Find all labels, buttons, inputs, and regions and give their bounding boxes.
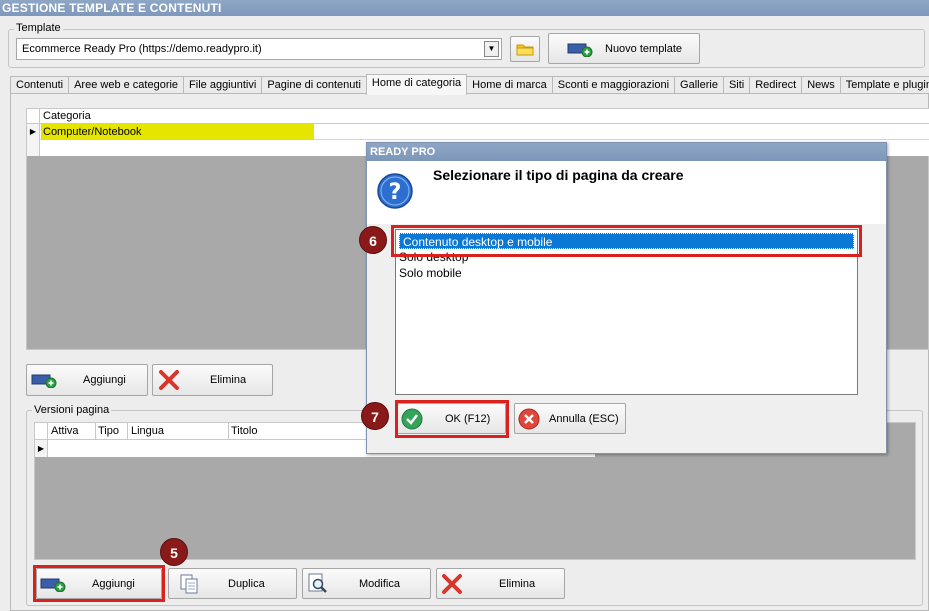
step-marker-5: 5 [160, 538, 188, 566]
row-pointer-icon: ▶ [35, 440, 48, 457]
add-category-button[interactable]: Aggiungi [26, 364, 148, 396]
delete-version-label: Elimina [499, 577, 536, 590]
add-icon [31, 374, 57, 388]
tab-template-plugins[interactable]: Template e plugins [839, 76, 929, 94]
dialog-message: Selezionare il tipo di pagina da creare [433, 167, 684, 183]
ok-highlight [395, 400, 509, 438]
folder-icon [516, 44, 534, 56]
edit-version-button[interactable]: Modifica [302, 568, 431, 599]
open-folder-button[interactable] [510, 36, 540, 62]
template-select-value: Ecommerce Ready Pro (https://demo.readyp… [22, 43, 262, 55]
duplicate-version-button[interactable]: Duplica [168, 568, 297, 599]
edit-version-label: Modifica [359, 577, 400, 590]
tab-pagine-contenuti[interactable]: Pagine di contenuti [261, 76, 367, 94]
column-attiva: Attiva [51, 425, 79, 437]
delete-x-icon [159, 370, 179, 390]
column-titolo: Titolo [231, 425, 258, 437]
delete-x-icon [442, 573, 462, 594]
copy-icon [180, 574, 198, 593]
question-icon: ? [377, 173, 413, 209]
cancel-icon [518, 408, 540, 429]
category-cell[interactable]: Computer/Notebook [41, 124, 314, 140]
template-group-label: Template [14, 22, 63, 34]
cancel-button[interactable]: Annulla (ESC) [514, 403, 626, 434]
svg-text:?: ? [389, 180, 402, 205]
new-template-label: Nuovo template [605, 42, 683, 55]
tab-contenuti[interactable]: Contenuti [10, 76, 70, 94]
window-title: GESTIONE TEMPLATE E CONTENUTI [0, 0, 929, 16]
add-template-icon [567, 43, 593, 57]
tab-sconti[interactable]: Sconti e maggiorazioni [551, 76, 676, 94]
dropdown-arrow-icon[interactable]: ▼ [484, 41, 499, 57]
tab-siti[interactable]: Siti [722, 76, 751, 94]
delete-version-button[interactable]: Elimina [436, 568, 565, 599]
tab-file-aggiuntivi[interactable]: File aggiuntivi [183, 76, 263, 94]
template-select[interactable]: Ecommerce Ready Pro (https://demo.readyp… [16, 38, 502, 60]
page-type-dialog: READY PRO ? Selezionare il tipo di pagin… [366, 142, 887, 454]
duplicate-version-label: Duplica [228, 577, 265, 590]
tab-strip: Contenuti Aree web e categorie File aggi… [10, 74, 929, 95]
row-pointer-icon: ▶ [27, 124, 40, 140]
column-tipo: Tipo [98, 425, 119, 437]
magnifier-icon [308, 573, 327, 593]
list-item[interactable]: Solo mobile [396, 265, 857, 281]
step-marker-6: 6 [359, 226, 387, 254]
step-marker-7: 7 [361, 402, 389, 430]
category-column-header: Categoria [43, 110, 91, 122]
new-template-button[interactable]: Nuovo template [548, 33, 700, 64]
tab-aree-web[interactable]: Aree web e categorie [68, 76, 185, 94]
tab-news[interactable]: News [801, 76, 841, 94]
cancel-label: Annulla (ESC) [549, 412, 619, 425]
add-category-label: Aggiungi [83, 374, 126, 386]
delete-category-button[interactable]: Elimina [152, 364, 273, 396]
tab-home-marca[interactable]: Home di marca [466, 76, 553, 94]
dialog-title: READY PRO [367, 143, 886, 161]
option-highlight [391, 225, 862, 257]
versions-group-label: Versioni pagina [32, 404, 112, 416]
tab-gallerie[interactable]: Gallerie [674, 76, 724, 94]
column-lingua: Lingua [131, 425, 165, 437]
tab-home-categoria[interactable]: Home di categoria [365, 74, 468, 95]
add-version-highlight [33, 565, 165, 602]
table-row[interactable]: ▶ Computer/Notebook [27, 124, 929, 140]
delete-category-label: Elimina [210, 374, 247, 386]
tab-redirect[interactable]: Redirect [749, 76, 803, 94]
